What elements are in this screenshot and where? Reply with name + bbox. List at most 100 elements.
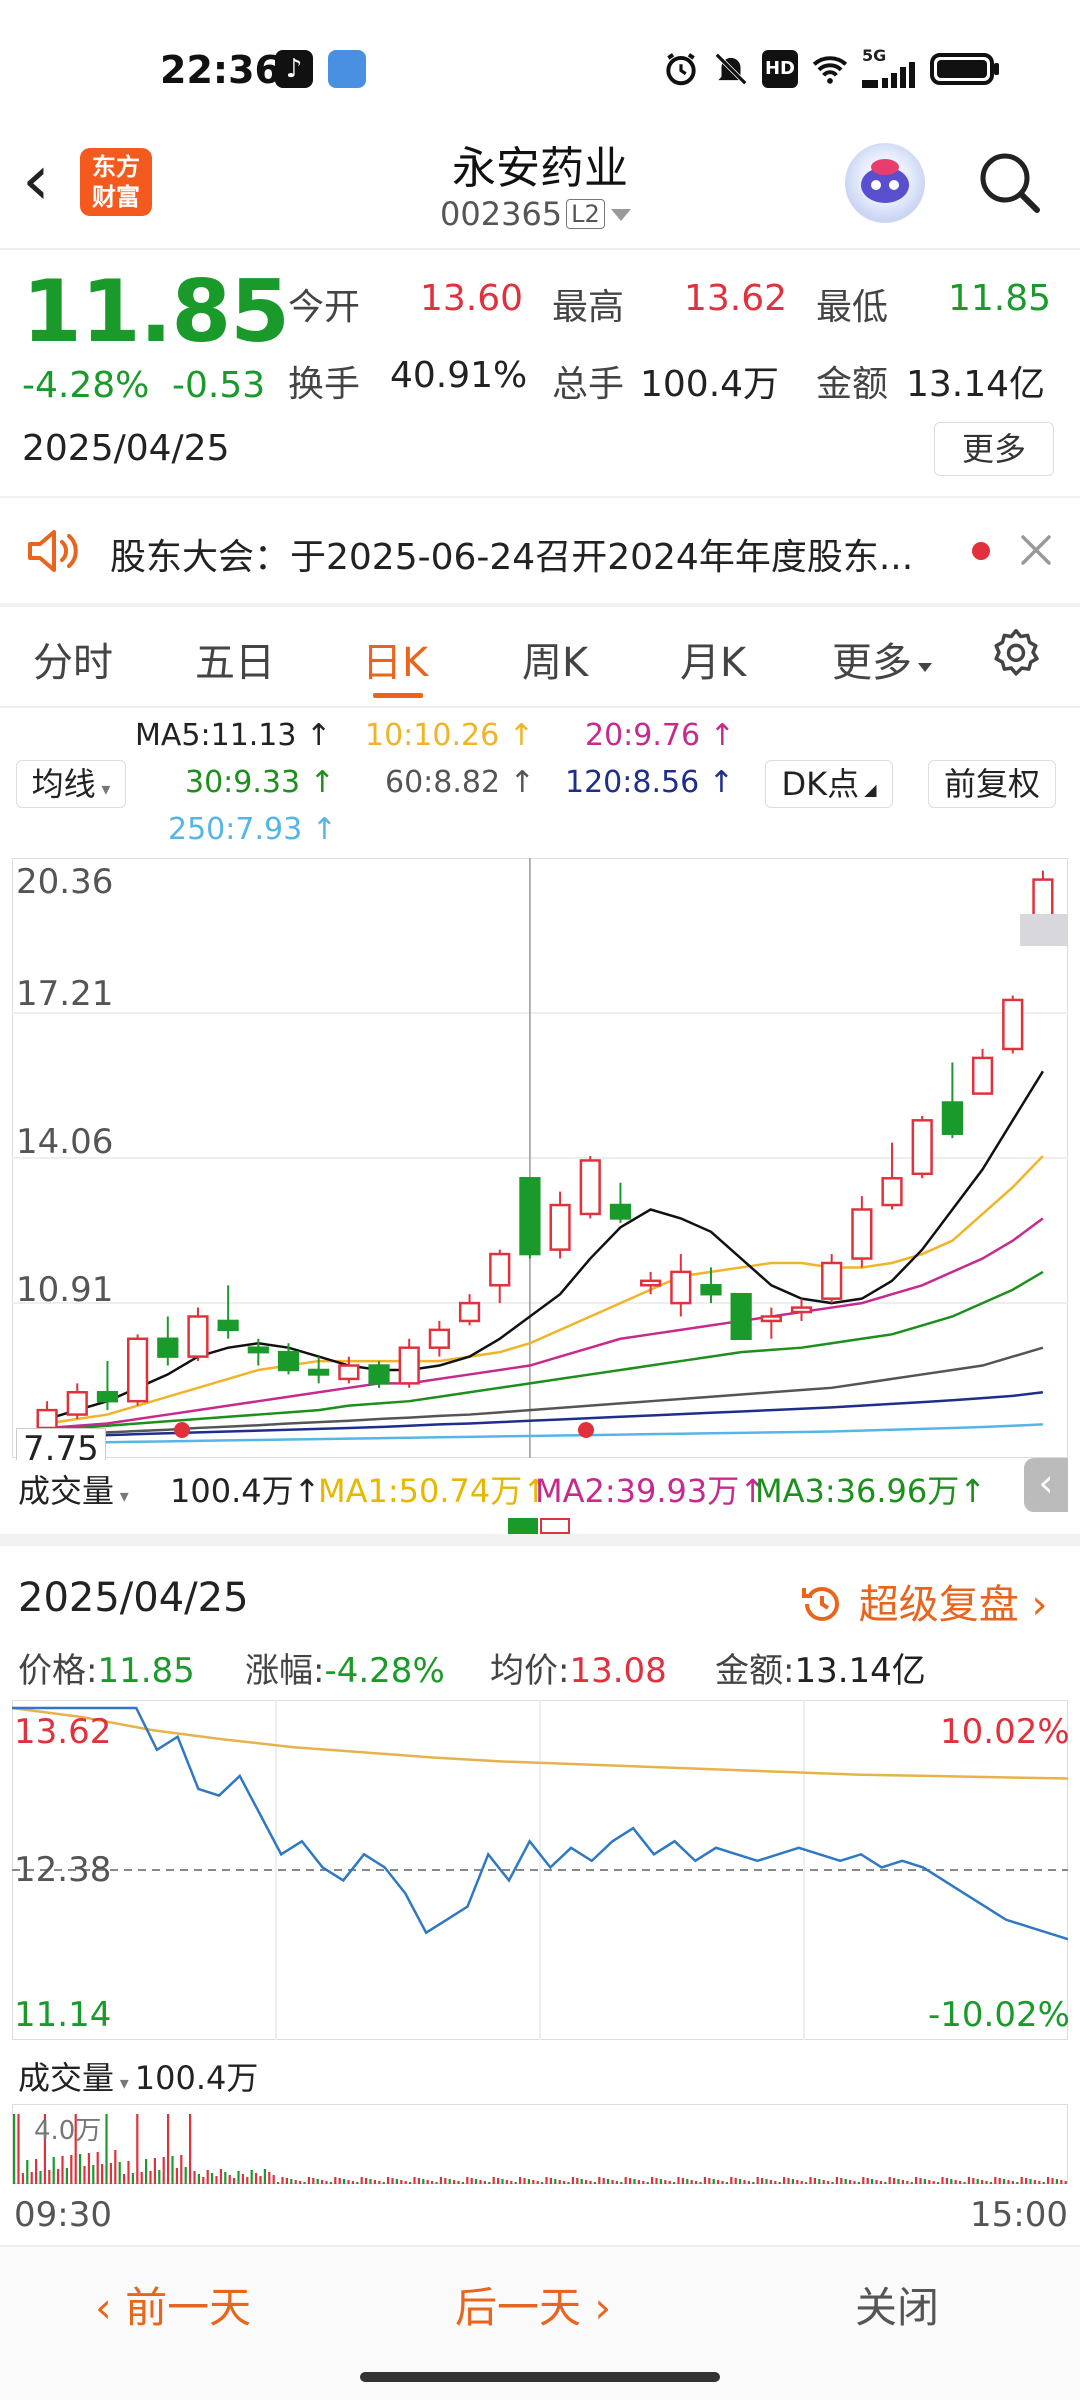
volume-bar <box>321 2180 324 2184</box>
axis-label-3: 14.06 <box>16 1122 114 1162</box>
volume-bar <box>725 2182 728 2184</box>
intraday-volume-chart[interactable] <box>12 2104 1068 2184</box>
volume-bar <box>422 2179 425 2184</box>
volume-bar <box>717 2180 720 2184</box>
volume-bar <box>211 2173 214 2184</box>
volume-bar <box>527 2179 530 2184</box>
volume-bar <box>708 2178 711 2184</box>
volume-bar <box>105 2114 108 2184</box>
ma10-label: 10:10.26 ↑ <box>365 718 534 753</box>
tab-weekly-k[interactable]: 周K <box>522 630 588 688</box>
ma-type-label: 均线 <box>31 765 96 803</box>
volume-bar <box>1060 2180 1063 2184</box>
volume-bar <box>629 2178 632 2184</box>
chevron-left-icon: ‹ <box>95 2283 126 2332</box>
candle-body <box>519 1177 541 1256</box>
volume-bar <box>70 2155 73 2184</box>
super-review-link[interactable]: 超级复盘 › <box>798 1572 1047 1630</box>
stock-code-selector[interactable]: 002365 L2 <box>440 195 631 233</box>
volume-bar <box>888 2177 891 2184</box>
volume-bar <box>637 2180 640 2184</box>
ma-type-selector[interactable]: 均线 ▾ <box>16 760 126 808</box>
more-button[interactable]: 更多 <box>934 422 1054 476</box>
volume-preview-strip <box>12 1512 1068 1534</box>
volume-bar <box>937 2182 940 2184</box>
volume-bar <box>268 2172 271 2184</box>
volume-bar <box>457 2181 460 2184</box>
volume-bar <box>246 2177 249 2184</box>
tab-daily-k[interactable]: 日K <box>362 630 428 688</box>
level2-badge: L2 <box>566 199 605 229</box>
volume-bar <box>158 2170 161 2184</box>
volume-bar <box>1020 2177 1023 2184</box>
volume-bar <box>356 2182 359 2184</box>
ma120-value: 120:8.56 <box>565 765 700 800</box>
intraday-avg-value: 13.08 <box>569 1651 667 1691</box>
close-button[interactable]: 关闭 <box>855 2274 939 2335</box>
tab-intraday[interactable]: 分时 <box>33 630 113 688</box>
volume-bar <box>659 2179 662 2184</box>
volume-bar <box>241 2174 244 2184</box>
current-price: 11.85 <box>22 262 290 362</box>
candlestick-chart[interactable] <box>12 858 1068 1458</box>
intraday-amount-value: 13.14亿 <box>794 1651 926 1691</box>
chevron-down-icon: ▾ <box>95 779 111 800</box>
candle-body <box>277 1350 300 1372</box>
volume-bar <box>334 2177 337 2184</box>
search-icon[interactable] <box>975 148 1045 218</box>
candle-body <box>730 1292 752 1341</box>
previous-day-button[interactable]: ‹ 前一天 <box>95 2274 251 2335</box>
dk-point-label: DK点 <box>781 765 860 803</box>
tab-more-label: 更多 <box>832 640 912 686</box>
tab-more[interactable]: 更多 <box>832 630 932 688</box>
tab-five-day[interactable]: 五日 <box>195 630 275 688</box>
volume-bar <box>426 2180 429 2184</box>
volume-bar <box>633 2179 636 2184</box>
next-day-button[interactable]: 后一天 › <box>455 2274 611 2335</box>
chevron-down-icon <box>918 663 932 672</box>
intraday-chart[interactable] <box>12 1700 1068 2040</box>
volume-bar <box>140 2172 143 2184</box>
volume-selector[interactable]: 成交量 ▾ <box>18 1466 129 1512</box>
volume-bar <box>519 2177 522 2184</box>
intraday-price-label: 价格: <box>18 1651 98 1691</box>
volume-bar <box>906 2181 909 2184</box>
volume-bar <box>563 2181 566 2184</box>
close-icon[interactable] <box>1018 532 1054 568</box>
candle-body <box>458 1301 481 1323</box>
volume-bar <box>915 2177 918 2184</box>
intraday-top-pct: 10.02% <box>940 1712 1070 1752</box>
arrow-up-icon: ↑ <box>309 765 335 800</box>
tab-monthly-k[interactable]: 月K <box>680 630 746 688</box>
volume-bar <box>510 2181 513 2184</box>
robot-assistant-icon[interactable] <box>845 143 925 223</box>
intraday-volume-selector[interactable]: 成交量 ▾ 100.4万 <box>18 2053 258 2099</box>
volume-bar <box>620 2182 623 2184</box>
intraday-bottom-pct: -10.02% <box>928 1995 1070 2035</box>
status-bar: 22:36 ♪ HD 5G <box>0 0 1080 140</box>
volume-bar-green <box>508 1518 538 1534</box>
collapse-handle[interactable]: ‹ <box>1024 1458 1068 1512</box>
home-indicator[interactable] <box>360 2372 720 2382</box>
adjust-selector[interactable]: 前复权 <box>928 760 1056 808</box>
dk-point-button[interactable]: DK点 ◢ <box>765 760 893 808</box>
volume-bar <box>153 2158 156 2184</box>
chevron-right-icon: › <box>1031 1582 1048 1628</box>
volume-bar <box>365 2178 368 2184</box>
volume-bar <box>756 2177 759 2184</box>
volume-bar <box>549 2178 552 2184</box>
gear-icon[interactable] <box>988 626 1044 682</box>
volume-bar <box>703 2177 706 2184</box>
arrow-up-icon: ↑ <box>293 1472 321 1510</box>
signal-dot <box>174 1422 190 1438</box>
volume-value: 100.4万↑ <box>170 1466 320 1512</box>
tabs-divider <box>0 706 1080 708</box>
volume-bar <box>778 2182 781 2184</box>
ma60-value: 60:8.82 <box>385 765 501 800</box>
volume-bar <box>255 2173 258 2184</box>
ma60-label: 60:8.82 ↑ <box>385 765 535 800</box>
arrow-up-icon: ↑ <box>306 718 332 753</box>
volume-bar <box>615 2181 618 2184</box>
volume-bar <box>761 2178 764 2184</box>
change-percent: -4.28% <box>22 365 150 406</box>
